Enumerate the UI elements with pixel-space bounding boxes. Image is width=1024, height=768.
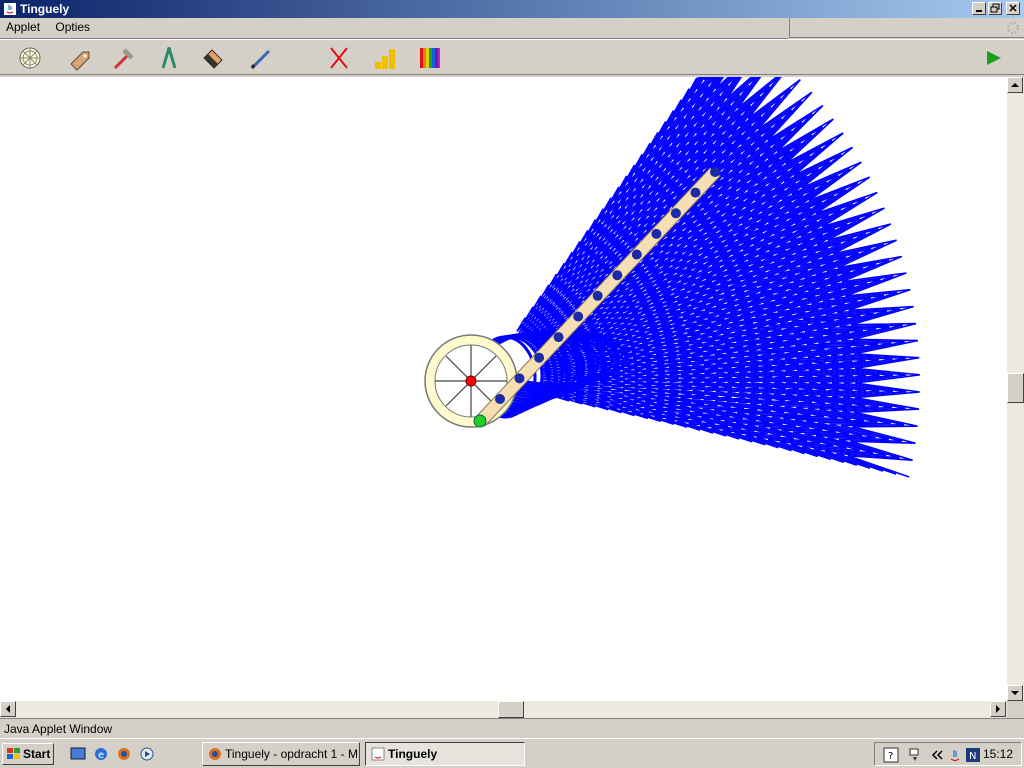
windows-logo-icon — [7, 748, 20, 759]
tag-icon[interactable] — [65, 44, 93, 72]
start-label: Start — [23, 747, 51, 761]
drawing-canvas[interactable] — [0, 77, 1007, 701]
rod-joint[interactable] — [690, 187, 701, 198]
spirograph-pattern — [473, 77, 920, 478]
vertical-scroll-thumb[interactable] — [1007, 373, 1024, 403]
java-tray-icon[interactable] — [947, 747, 963, 763]
media-player-icon[interactable] — [139, 746, 155, 762]
taskbar-task-label: Tinguely - opdracht 1 - M... — [225, 747, 360, 761]
rod-joint[interactable] — [514, 373, 525, 384]
firefox-icon — [209, 748, 221, 760]
scrollbar-corner — [1007, 701, 1024, 718]
rod-joint[interactable] — [495, 394, 505, 404]
svg-text:e: e — [98, 750, 104, 761]
system-tray: ? N 15:12 — [874, 742, 1022, 766]
play-icon[interactable] — [980, 44, 1008, 72]
color-palette-icon[interactable] — [416, 44, 444, 72]
close-button[interactable] — [1006, 2, 1020, 15]
pencil-icon[interactable] — [247, 44, 275, 72]
green-pivot[interactable] — [473, 414, 487, 428]
menu-opties[interactable]: Opties — [49, 18, 96, 36]
bar-chart-icon[interactable] — [371, 44, 399, 72]
start-button[interactable]: Start — [2, 743, 54, 765]
rod-joint[interactable] — [710, 167, 720, 177]
rod-joint[interactable] — [573, 311, 584, 322]
eraser-icon[interactable] — [198, 44, 226, 72]
svg-text:N: N — [969, 751, 976, 762]
arrow-up-icon — [1011, 83, 1019, 87]
scroll-up-button[interactable] — [1007, 77, 1023, 93]
network-icon[interactable] — [907, 747, 923, 763]
svg-text:?: ? — [888, 751, 893, 762]
menu-bar: Applet Opties — [0, 18, 788, 39]
java-app-icon — [371, 747, 385, 761]
rod-joint[interactable] — [534, 352, 545, 363]
loading-spinner-icon — [1007, 22, 1019, 34]
internet-explorer-icon[interactable]: e — [93, 746, 109, 762]
help-icon[interactable]: ? — [883, 747, 899, 763]
close-icon — [1009, 4, 1017, 12]
compass-icon[interactable] — [155, 44, 183, 72]
arrow-down-icon — [1011, 691, 1019, 695]
rod-joint[interactable] — [631, 249, 642, 260]
horizontal-scroll-thumb[interactable] — [498, 701, 524, 718]
scroll-down-button[interactable] — [1007, 685, 1023, 701]
n-tray-icon[interactable]: N — [965, 747, 981, 763]
delete-x-icon[interactable] — [325, 44, 353, 72]
window-title: Tinguely — [20, 2, 70, 16]
java-app-icon — [4, 3, 16, 15]
taskbar-task-1[interactable]: Tinguely — [365, 742, 525, 766]
vertical-scrollbar[interactable] — [1007, 77, 1024, 701]
minimize-icon — [976, 10, 982, 12]
clock[interactable]: 15:12 — [983, 747, 1013, 761]
status-text: Java Applet Window — [4, 722, 113, 736]
restore-button[interactable] — [988, 2, 1002, 15]
show-desktop-icon[interactable] — [70, 746, 86, 762]
window-titlebar[interactable]: Tinguely — [0, 0, 1024, 18]
taskbar: Start e Tinguely - opdracht 1 - M... Ting… — [0, 738, 1024, 768]
toolbar — [0, 39, 1024, 75]
scroll-left-button[interactable] — [0, 701, 16, 717]
firefox-icon[interactable] — [116, 746, 132, 762]
minimize-button[interactable] — [972, 2, 986, 15]
arrow-right-icon — [996, 705, 1000, 713]
rod-joint[interactable] — [592, 290, 603, 301]
rod-joint[interactable] — [670, 208, 681, 219]
taskbar-task-0[interactable]: Tinguely - opdracht 1 - M... — [202, 742, 360, 766]
scroll-right-button[interactable] — [990, 701, 1006, 717]
center-pivot[interactable] — [465, 375, 477, 387]
rod-joint[interactable] — [612, 270, 623, 281]
arrow-left-icon — [6, 705, 10, 713]
restore-icon — [990, 3, 1000, 13]
rod-joint[interactable] — [651, 228, 662, 239]
tinguely-drawing — [424, 77, 920, 478]
menu-bar-spacer — [789, 18, 1024, 38]
rod-joint[interactable] — [553, 332, 564, 343]
horizontal-scrollbar[interactable] — [0, 701, 1007, 718]
taskbar-task-label: Tinguely — [388, 747, 438, 761]
chevron-left-icon[interactable] — [931, 747, 945, 763]
hammer-icon[interactable] — [110, 44, 138, 72]
wheel-icon[interactable] — [16, 44, 44, 72]
applet-status-bar: Java Applet Window — [0, 718, 1024, 738]
menu-applet[interactable]: Applet — [0, 18, 46, 36]
